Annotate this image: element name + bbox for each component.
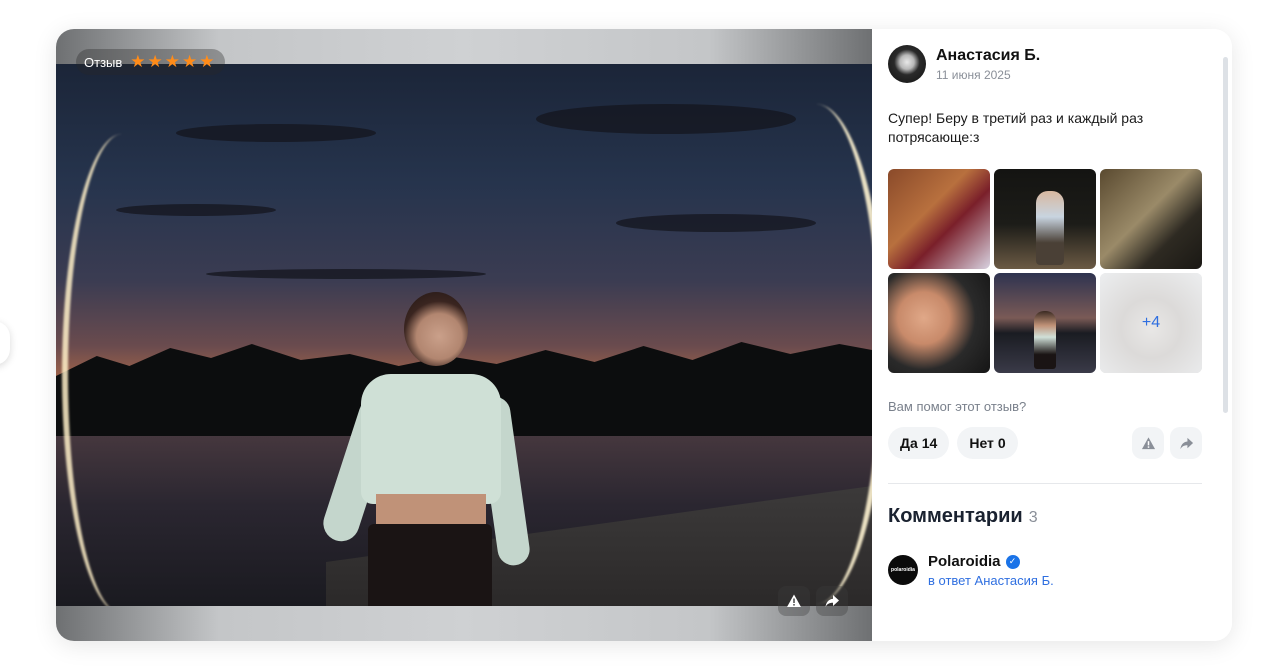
vote-no-count: 0 xyxy=(997,435,1006,451)
review-text: Супер! Беру в третий раз и каждый раз по… xyxy=(888,110,1144,145)
photo-thumbnail[interactable] xyxy=(1100,169,1202,269)
avatar-logo-text: polaroidia xyxy=(891,567,915,573)
review-panel: Анастасия Б. 11 июня 2025 Супер! Беру в … xyxy=(872,29,1232,641)
verified-icon: ✓ xyxy=(1005,554,1020,569)
star-icon: ★ xyxy=(147,51,163,72)
report-photo-button[interactable] xyxy=(778,586,810,616)
report-review-button[interactable] xyxy=(1132,427,1164,459)
photo-thumbnail[interactable] xyxy=(994,169,1096,269)
vote-no-button[interactable]: Нет 0 xyxy=(957,427,1018,459)
avatar[interactable] xyxy=(888,45,926,83)
divider xyxy=(888,483,1202,484)
comments-title: Комментарии xyxy=(888,505,1023,527)
avatar[interactable]: polaroidia xyxy=(888,555,918,585)
comments-heading: Комментарии 3 xyxy=(888,505,1038,528)
star-icon: ★ xyxy=(199,51,215,72)
review-viewer: Отзыв ★ ★ ★ ★ ★ Анастасия Б. 11 июня 202… xyxy=(0,0,1263,668)
share-icon xyxy=(825,595,839,607)
rating-label: Отзыв xyxy=(84,54,123,70)
comment-item: polaroidia Polaroidia ✓ в ответ Анастаси… xyxy=(888,553,1054,585)
vote-yes-label: Да xyxy=(900,435,918,451)
scrollbar[interactable] xyxy=(1223,57,1228,413)
media-actions xyxy=(778,586,848,616)
panel-fade xyxy=(872,587,1232,641)
vote-no-label: Нет xyxy=(969,435,994,451)
photo-thumbnail[interactable] xyxy=(888,273,990,373)
warning-icon xyxy=(787,594,801,607)
rating-badge: Отзыв ★ ★ ★ ★ ★ xyxy=(76,49,225,75)
share-icon xyxy=(1179,437,1193,449)
vote-yes-count: 14 xyxy=(921,435,938,451)
review-utility-actions xyxy=(1132,427,1202,459)
reply-to-link[interactable]: в ответ Анастасия Б. xyxy=(928,573,1054,585)
share-photo-button[interactable] xyxy=(816,586,848,616)
comment-author[interactable]: Polaroidia xyxy=(928,553,1001,570)
more-photos-thumbnail[interactable]: +4 xyxy=(1100,273,1202,373)
review-photo[interactable] xyxy=(56,64,872,606)
helpful-question: Вам помог этот отзыв? xyxy=(888,399,1027,414)
star-icon: ★ xyxy=(182,51,198,72)
helpful-votes: Да 14 Нет 0 xyxy=(888,427,1018,459)
review-author: Анастасия Б. 11 июня 2025 xyxy=(888,45,1040,83)
author-name[interactable]: Анастасия Б. xyxy=(936,47,1040,65)
rating-stars: ★ ★ ★ ★ ★ xyxy=(130,51,215,72)
star-icon: ★ xyxy=(130,51,146,72)
photo-thumbnail[interactable] xyxy=(994,273,1096,373)
review-date: 11 июня 2025 xyxy=(936,67,1011,82)
photo-thumbnail[interactable] xyxy=(888,169,990,269)
vote-yes-button[interactable]: Да 14 xyxy=(888,427,950,459)
review-modal: Отзыв ★ ★ ★ ★ ★ Анастасия Б. 11 июня 202… xyxy=(56,29,1232,641)
more-photos-count: +4 xyxy=(1141,314,1161,331)
review-photos-grid: +4 xyxy=(888,169,1202,373)
share-review-button[interactable] xyxy=(1170,427,1202,459)
media-viewer: Отзыв ★ ★ ★ ★ ★ xyxy=(56,29,872,641)
comments-count: 3 xyxy=(1028,509,1038,526)
previous-button[interactable] xyxy=(0,321,10,365)
warning-icon xyxy=(1141,436,1155,449)
star-icon: ★ xyxy=(164,51,181,72)
